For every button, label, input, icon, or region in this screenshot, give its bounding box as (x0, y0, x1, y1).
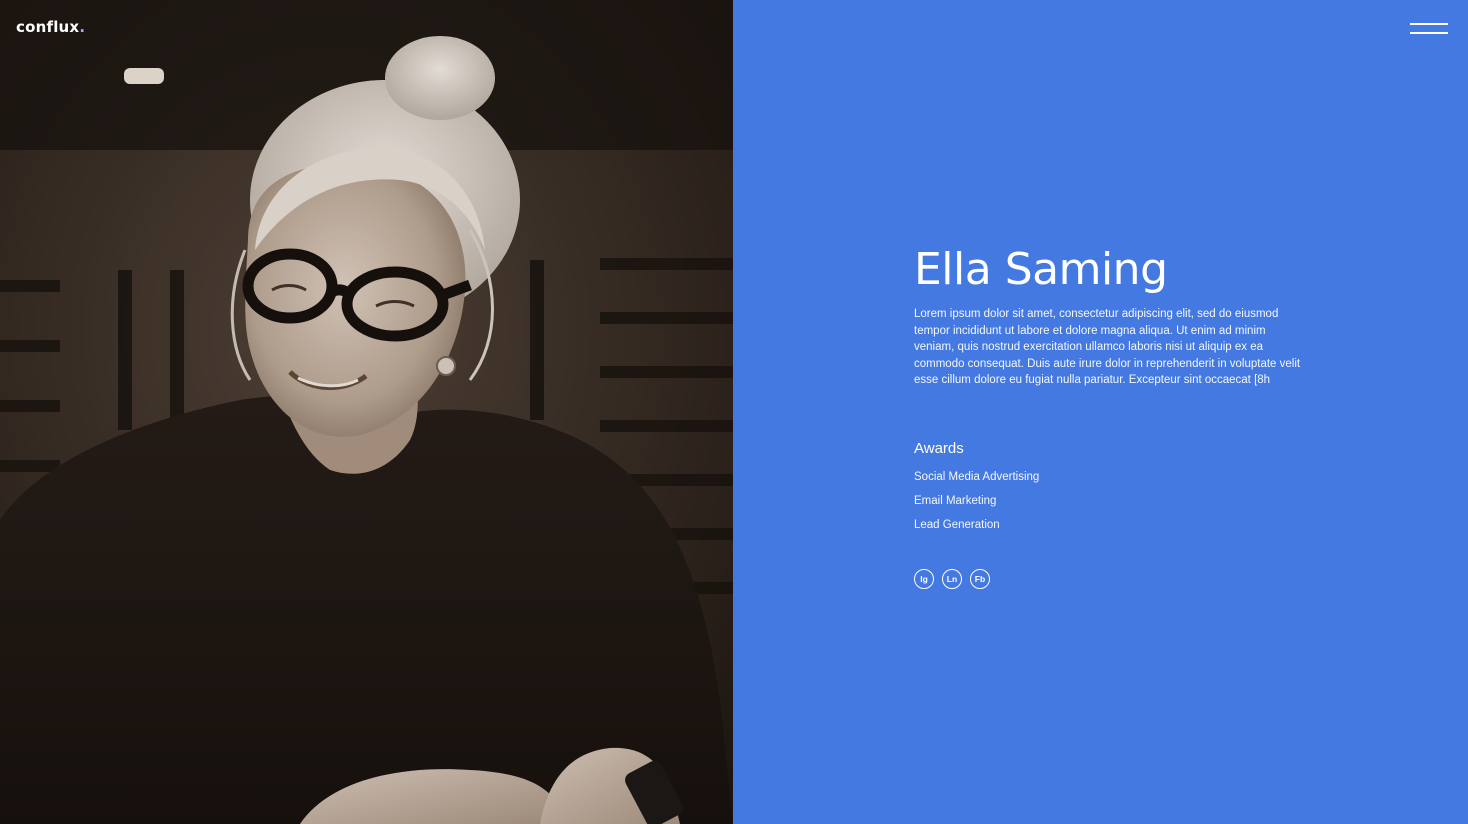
logo[interactable]: conflux. (16, 18, 85, 36)
menu-line-bottom (1410, 32, 1448, 34)
profile-info-panel: Ella Saming Lorem ipsum dolor sit amet, … (733, 0, 1468, 824)
award-item: Social Media Advertising (914, 470, 1040, 483)
instagram-icon[interactable]: Ig (914, 568, 934, 589)
social-links: Ig Ln Fb (914, 568, 1314, 589)
awards-list: Social Media Advertising Email Marketing… (914, 465, 1314, 537)
menu-line-top (1410, 23, 1448, 25)
award-item: Email Marketing (914, 494, 997, 507)
profile-bio: Lorem ipsum dolor sit amet, consectetur … (914, 308, 1301, 387)
team-member-page: conflux. Ella Saming Lorem ipsum dolor s… (0, 0, 1468, 824)
facebook-icon[interactable]: Fb (970, 568, 990, 589)
profile-content: Ella Saming Lorem ipsum dolor sit amet, … (914, 244, 1314, 589)
awards-heading: Awards (914, 439, 964, 457)
profile-name: Ella Saming (914, 244, 1168, 295)
portrait-photo (0, 0, 733, 824)
portrait-photo-panel: conflux. (0, 0, 733, 824)
award-item: Lead Generation (914, 518, 1000, 531)
logo-dot: . (79, 18, 86, 36)
logo-text: conflux (16, 18, 80, 36)
hamburger-menu-icon[interactable] (1410, 21, 1448, 37)
linkedin-icon[interactable]: Ln (942, 568, 962, 589)
